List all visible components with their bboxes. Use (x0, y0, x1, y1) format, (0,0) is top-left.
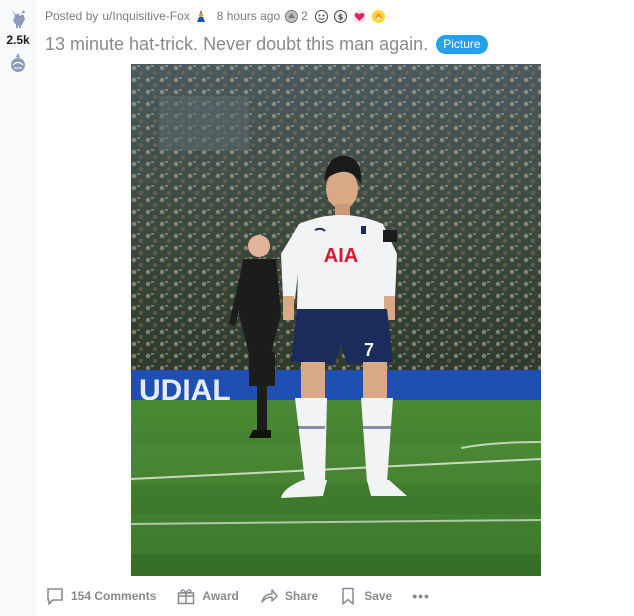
shirt-sponsor-text: AIA (324, 245, 358, 267)
post-title[interactable]: 13 minute hat-trick. Never doubt this ma… (45, 34, 428, 55)
vote-score: 2.5k (6, 33, 30, 47)
share-button[interactable]: Share (259, 586, 318, 606)
post-time[interactable]: 8 hours ago (217, 9, 280, 23)
more-options-button[interactable]: ••• (412, 589, 430, 603)
silver-award-icon[interactable] (284, 9, 299, 24)
award-label: Award (202, 589, 239, 603)
football-player-photo: UDIAL AIA 7 (131, 64, 541, 576)
award-count: 2 (301, 9, 308, 23)
post-meta: Posted by u/Inquisitive-Fox 8 hours ago … (45, 8, 386, 24)
post-title-row: 13 minute hat-trick. Never doubt this ma… (45, 34, 488, 55)
save-label: Save (364, 589, 393, 603)
helpful-award-icon[interactable] (371, 9, 386, 24)
post-actions-bar: 154 Comments Award Share Save ••• (45, 584, 430, 608)
user-flair-icon (194, 9, 209, 24)
svg-text:$: $ (338, 12, 344, 21)
award-button[interactable]: Award (176, 586, 239, 606)
vote-column: 2.5k (0, 0, 36, 616)
heart-award-icon[interactable] (352, 9, 367, 24)
downvote-button[interactable] (6, 51, 30, 75)
comment-bubble-icon (47, 588, 63, 605)
spurs-downvote-icon (11, 53, 25, 72)
save-button[interactable]: Save (338, 586, 392, 606)
shirt-number-text: 7 (364, 340, 374, 360)
share-arrow-icon (261, 589, 278, 603)
share-label: Share (284, 589, 319, 603)
coin-award-icon[interactable]: $ (333, 9, 348, 24)
wholesome-award-icon[interactable] (314, 9, 329, 24)
bookmark-icon (342, 587, 354, 605)
comments-label: 154 Comments (71, 589, 157, 603)
author-username[interactable]: u/Inquisitive-Fox (102, 9, 189, 23)
post-image[interactable]: UDIAL AIA 7 (131, 64, 541, 576)
cockerel-upvote-icon (12, 10, 25, 28)
posted-by-label: Posted by (45, 9, 99, 23)
gift-icon (178, 589, 195, 605)
post-flair-badge[interactable]: Picture (436, 35, 488, 54)
upvote-button[interactable] (6, 6, 30, 30)
comments-button[interactable]: 154 Comments (45, 586, 156, 606)
